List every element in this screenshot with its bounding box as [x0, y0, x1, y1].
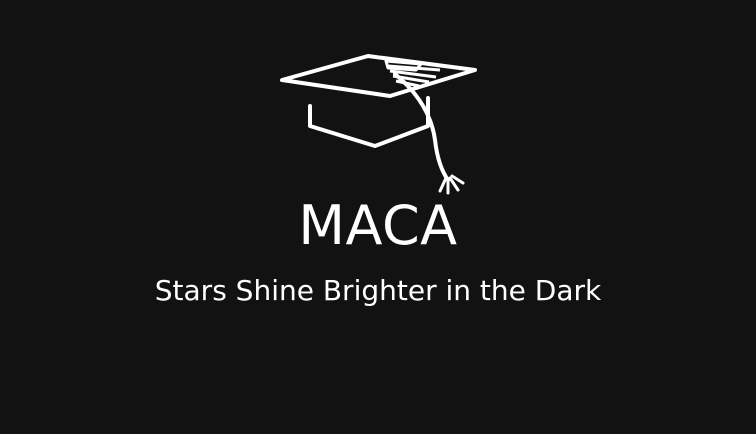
tagline: Stars Shine Brighter in the Dark	[154, 274, 602, 307]
brand-title: MACA	[298, 194, 458, 257]
logo	[270, 48, 490, 196]
graduation-cap-icon	[280, 54, 477, 195]
